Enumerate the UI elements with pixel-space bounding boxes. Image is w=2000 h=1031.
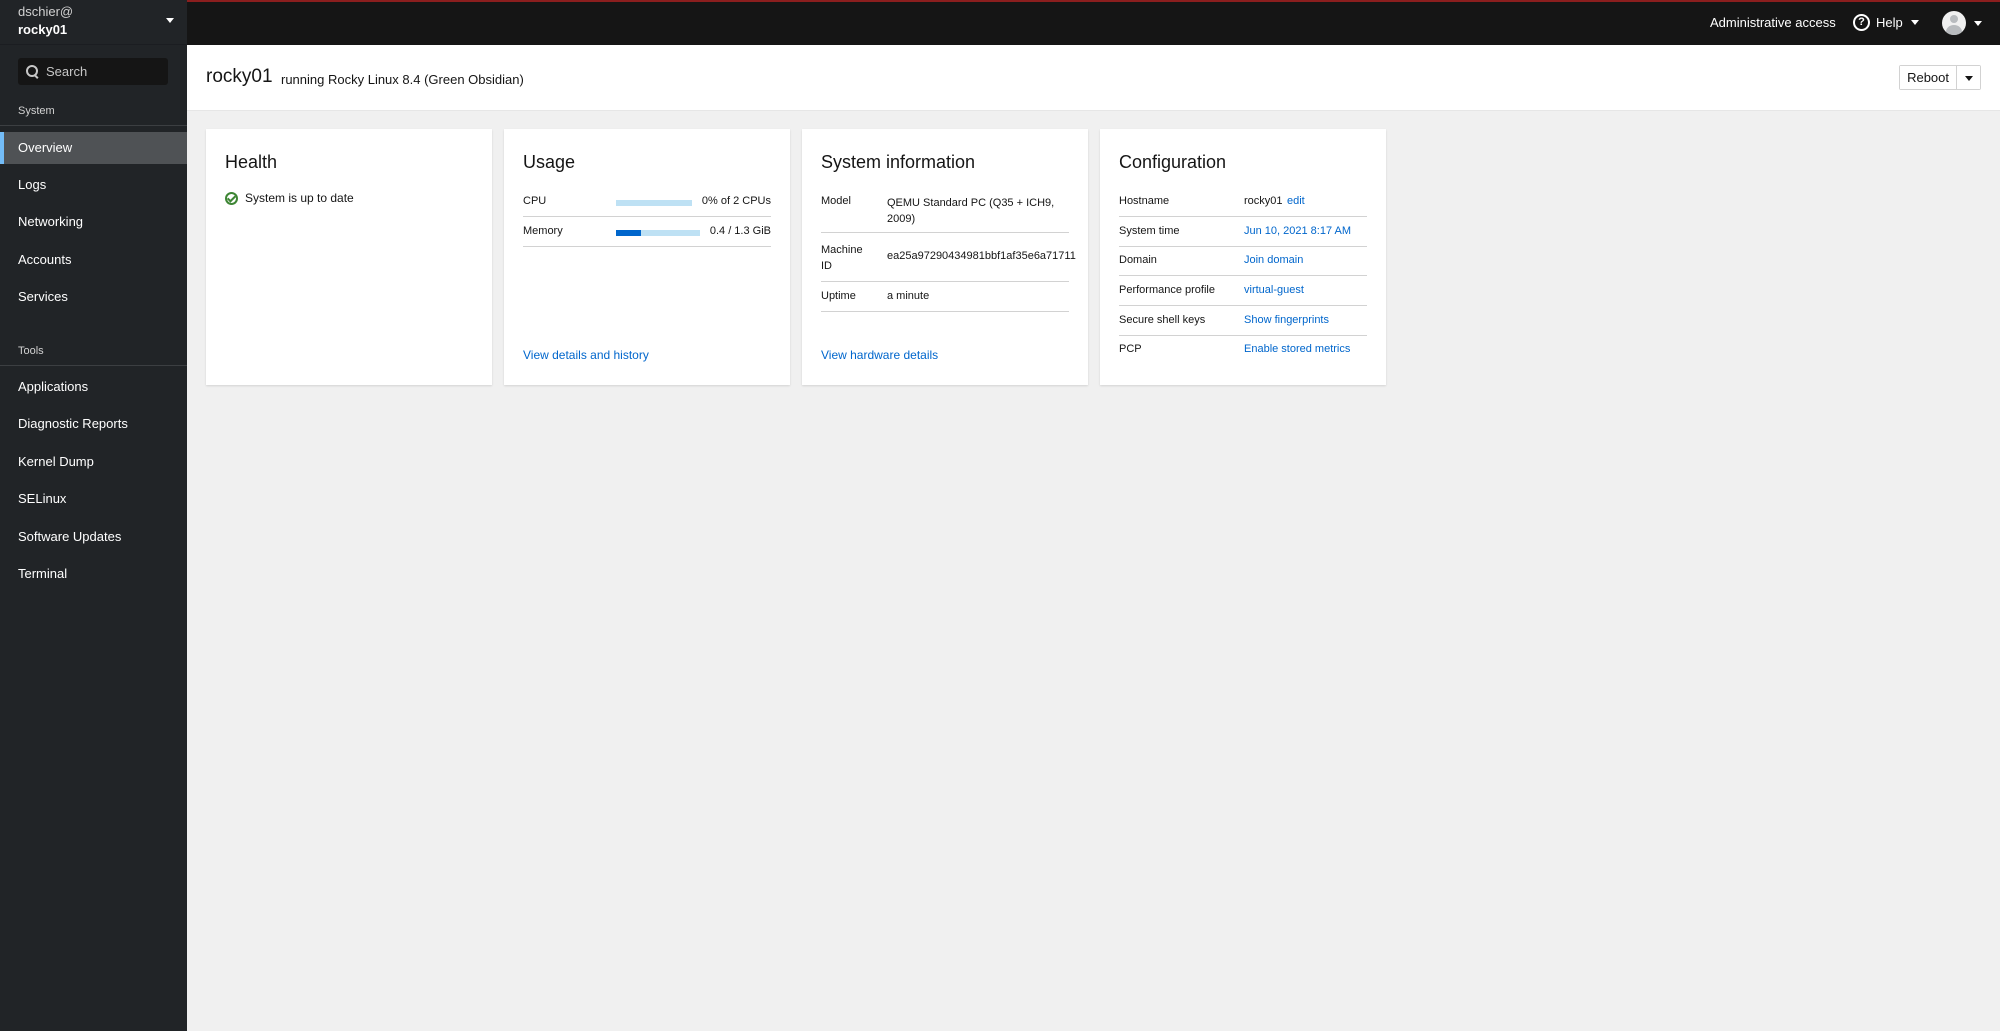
performance-profile-label: Performance profile <box>1119 284 1215 296</box>
host-name: rocky01 <box>18 22 68 37</box>
nav-divider <box>0 125 187 126</box>
hostname-label: Hostname <box>1119 195 1170 207</box>
avatar <box>1942 11 1966 35</box>
sidebar: dschier@ rocky01 System Overview Logs Ne… <box>0 0 187 1031</box>
system-time-link[interactable]: Jun 10, 2021 8:17 AM <box>1244 225 1351 237</box>
machine-id-row: Machine ID ea25a97290434981bbf1af35e6a71… <box>821 242 1076 282</box>
machine-id-label-line-1: Machine <box>821 244 863 256</box>
sidebar-item-kernel-dump[interactable]: Kernel Dump <box>0 446 187 478</box>
search-icon <box>26 64 40 79</box>
sidebar-item-software-updates[interactable]: Software Updates <box>0 521 187 553</box>
sidebar-item-services[interactable]: Services <box>0 281 187 313</box>
hostname-value: rocky01 <box>1244 195 1283 207</box>
card-title: Configuration <box>1119 152 1227 172</box>
model-value-line-2: 2009) <box>887 213 916 225</box>
machine-id-label-line-2: ID <box>821 260 832 272</box>
machine-id-label: Machine ID <box>821 242 863 274</box>
ssh-keys-row: Secure shell keys Show fingerprints <box>1119 314 1367 336</box>
join-domain-link[interactable]: Join domain <box>1244 254 1303 266</box>
user-menu[interactable] <box>1942 11 1982 35</box>
uptime-row: Uptime a minute <box>821 290 1069 312</box>
health-card: Health System is up to date <box>206 129 492 385</box>
search-input[interactable] <box>46 64 166 79</box>
memory-usage-fill <box>616 230 642 236</box>
card-title: Health <box>225 152 278 172</box>
sidebar-item-terminal[interactable]: Terminal <box>0 558 187 590</box>
search-box[interactable] <box>18 58 168 85</box>
sidebar-item-networking[interactable]: Networking <box>0 206 187 238</box>
health-status: System is up to date <box>225 191 354 205</box>
memory-value: 0.4 / 1.3 GiB <box>709 225 771 237</box>
check-circle-icon <box>225 191 238 205</box>
model-value-line-1: QEMU Standard PC (Q35 + ICH9, <box>887 197 1055 209</box>
chevron-down-icon <box>166 18 174 23</box>
uptime-label: Uptime <box>821 290 856 302</box>
usage-card: Usage CPU 0% of 2 CPUs Memory 0.4 / 1.3 … <box>504 129 790 385</box>
host-switcher[interactable]: dschier@ rocky01 <box>0 0 187 45</box>
performance-profile-link[interactable]: virtual-guest <box>1244 284 1304 296</box>
pcp-row: PCP Enable stored metrics <box>1119 343 1367 365</box>
help-menu[interactable]: ? Help <box>1853 14 1919 31</box>
card-title: System information <box>821 152 976 172</box>
nav-section-system: System <box>18 105 55 117</box>
domain-label: Domain <box>1119 254 1157 266</box>
sidebar-item-selinux[interactable]: SELinux <box>0 483 187 515</box>
health-status-text: System is up to date <box>245 191 354 205</box>
model-value: QEMU Standard PC (Q35 + ICH9, 2009) <box>887 195 1054 227</box>
memory-label: Memory <box>523 225 563 237</box>
system-info-card: System information Model QEMU Standard P… <box>802 129 1088 385</box>
machine-id-value: ea25a97290434981bbf1af35e6a71711 <box>887 250 1076 262</box>
host-user: dschier@ <box>18 4 74 19</box>
help-icon: ? <box>1853 14 1870 31</box>
system-time-row: System time Jun 10, 2021 8:17 AM <box>1119 225 1367 247</box>
page-header: rocky01 running Rocky Linux 8.4 (Green O… <box>187 45 2000 111</box>
pcp-label: PCP <box>1119 343 1142 355</box>
performance-profile-row: Performance profile virtual-guest <box>1119 284 1367 306</box>
reboot-dropdown-toggle[interactable] <box>1956 66 1980 89</box>
usage-cpu-row: CPU 0% of 2 CPUs <box>523 195 771 217</box>
chevron-down-icon <box>1974 20 1982 26</box>
page-subtitle: running Rocky Linux 8.4 (Green Obsidian) <box>281 72 524 87</box>
view-hardware-link[interactable]: View hardware details <box>821 348 938 362</box>
admin-access-button[interactable]: Administrative access <box>1710 15 1836 30</box>
cpu-label: CPU <box>523 195 547 207</box>
cpu-value: 0% of 2 CPUs <box>701 195 771 207</box>
reboot-split-button: Reboot <box>1899 65 1981 90</box>
domain-row: Domain Join domain <box>1119 254 1367 276</box>
usage-memory-row: Memory 0.4 / 1.3 GiB <box>523 225 771 247</box>
show-fingerprints-link[interactable]: Show fingerprints <box>1244 314 1329 326</box>
sidebar-item-overview[interactable]: Overview <box>0 132 187 164</box>
uptime-value: a minute <box>887 290 930 302</box>
hostname-row: Hostname rocky01 edit <box>1119 195 1367 217</box>
top-bar: Administrative access ? Help <box>187 0 2000 45</box>
nav-divider <box>0 365 187 366</box>
sidebar-item-logs[interactable]: Logs <box>0 169 187 201</box>
cpu-usage-bar <box>616 200 692 206</box>
card-title: Usage <box>523 152 576 172</box>
page-title: rocky01 <box>206 66 273 87</box>
nav-section-tools: Tools <box>18 345 44 357</box>
memory-usage-bar <box>616 230 700 236</box>
ssh-keys-label: Secure shell keys <box>1119 314 1206 326</box>
sidebar-item-applications[interactable]: Applications <box>0 371 187 403</box>
sidebar-item-accounts[interactable]: Accounts <box>0 244 187 276</box>
help-label: Help <box>1876 15 1903 30</box>
configuration-card: Configuration Hostname rocky01 edit Syst… <box>1100 129 1386 385</box>
view-details-link[interactable]: View details and history <box>523 348 649 362</box>
enable-metrics-link[interactable]: Enable stored metrics <box>1244 343 1350 355</box>
sidebar-item-diagnostic-reports[interactable]: Diagnostic Reports <box>0 408 187 440</box>
reboot-button[interactable]: Reboot <box>1900 66 1956 89</box>
system-time-label: System time <box>1119 225 1180 237</box>
model-row: Model QEMU Standard PC (Q35 + ICH9, 2009… <box>821 195 1069 233</box>
model-label: Model <box>821 195 851 207</box>
admin-access-label: Administrative access <box>1710 15 1836 30</box>
hostname-edit-link[interactable]: edit <box>1287 195 1305 207</box>
chevron-down-icon <box>1910 20 1919 25</box>
